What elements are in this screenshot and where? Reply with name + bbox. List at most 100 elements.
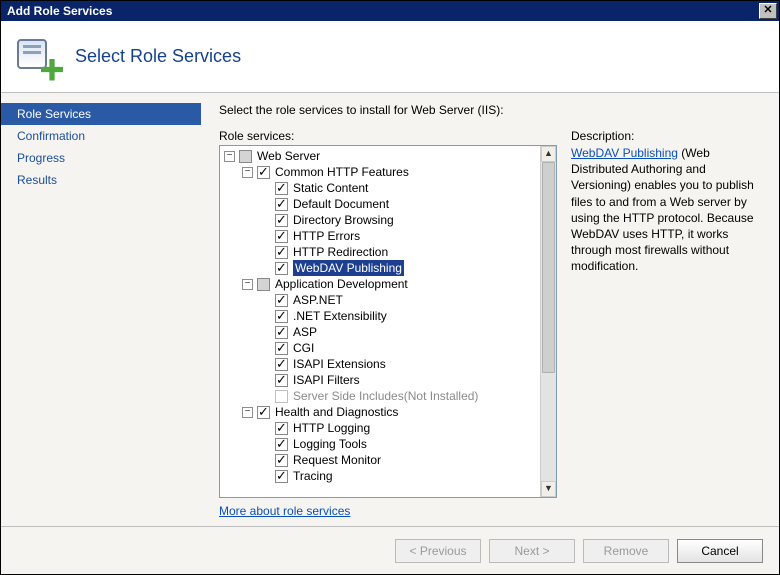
tree-checkbox[interactable] [275, 310, 288, 323]
tree-node-label[interactable]: Web Server [257, 148, 320, 164]
tree-node[interactable]: ASP [220, 324, 540, 340]
tree-checkbox[interactable] [275, 230, 288, 243]
page-title: Select Role Services [75, 46, 241, 67]
role-services-icon [17, 35, 61, 79]
tree-checkbox[interactable] [275, 358, 288, 371]
next-button[interactable]: Next > [489, 539, 575, 563]
tree-spacer [260, 391, 271, 402]
tree-node-label[interactable]: Directory Browsing [293, 212, 394, 228]
tree-spacer [260, 183, 271, 194]
tree-node-label[interactable]: Tracing [293, 468, 333, 484]
tree-checkbox[interactable] [275, 246, 288, 259]
tree-node[interactable]: Static Content [220, 180, 540, 196]
close-button[interactable]: ✕ [759, 3, 777, 19]
tree-checkbox[interactable] [275, 374, 288, 387]
tree-checkbox[interactable] [257, 406, 270, 419]
tree-checkbox[interactable] [275, 182, 288, 195]
tree-spacer [260, 439, 271, 450]
tree-spacer [260, 375, 271, 386]
description-link[interactable]: WebDAV Publishing [571, 146, 678, 160]
tree-node[interactable]: HTTP Redirection [220, 244, 540, 260]
tree-node-label[interactable]: .NET Extensibility [293, 308, 387, 324]
tree-node-label[interactable]: CGI [293, 340, 314, 356]
tree-node-label[interactable]: ISAPI Extensions [293, 356, 386, 372]
tree-node[interactable]: CGI [220, 340, 540, 356]
tree-node[interactable]: Tracing [220, 468, 540, 484]
tree-checkbox[interactable] [275, 214, 288, 227]
tree-checkbox[interactable] [275, 342, 288, 355]
tree-checkbox[interactable] [257, 278, 270, 291]
tree-node[interactable]: ISAPI Filters [220, 372, 540, 388]
collapse-icon[interactable]: − [224, 151, 235, 162]
tree-node[interactable]: Server Side Includes (Not Installed) [220, 388, 540, 404]
tree-node-label[interactable]: Request Monitor [293, 452, 381, 468]
tree-node[interactable]: − Health and Diagnostics [220, 404, 540, 420]
tree-node-label[interactable]: HTTP Redirection [293, 244, 388, 260]
scroll-up-button[interactable]: ▲ [541, 146, 556, 162]
tree-node-label[interactable]: Static Content [293, 180, 368, 196]
tree-node-label[interactable]: ASP.NET [293, 292, 343, 308]
tree-checkbox[interactable] [275, 454, 288, 467]
tree-node-label[interactable]: HTTP Logging [293, 420, 370, 436]
sidebar-step-confirmation[interactable]: Confirmation [1, 125, 201, 147]
tree-checkbox[interactable] [239, 150, 252, 163]
wizard-body: Role ServicesConfirmationProgressResults… [1, 93, 779, 526]
tree-node[interactable]: Request Monitor [220, 452, 540, 468]
role-services-label: Role services: [219, 129, 557, 143]
tree-node[interactable]: HTTP Logging [220, 420, 540, 436]
role-services-column: Role services: −Web Server−Common HTTP F… [219, 129, 557, 518]
tree-checkbox[interactable] [275, 438, 288, 451]
sidebar-step-progress[interactable]: Progress [1, 147, 201, 169]
role-services-tree[interactable]: −Web Server−Common HTTP FeaturesStatic C… [219, 145, 557, 498]
sidebar-step-results[interactable]: Results [1, 169, 201, 191]
collapse-icon[interactable]: − [242, 407, 253, 418]
tree-node[interactable]: WebDAV Publishing [220, 260, 540, 276]
tree-checkbox[interactable] [275, 294, 288, 307]
tree-node[interactable]: − Common HTTP Features [220, 164, 540, 180]
tree-node[interactable]: HTTP Errors [220, 228, 540, 244]
tree-node-label[interactable]: Application Development [275, 276, 408, 292]
tree-node-label[interactable]: Default Document [293, 196, 389, 212]
cancel-button[interactable]: Cancel [677, 539, 763, 563]
description-column: Description: WebDAV Publishing (Web Dist… [571, 129, 761, 518]
collapse-icon[interactable]: − [242, 279, 253, 290]
tree-node[interactable]: ASP.NET [220, 292, 540, 308]
tree-spacer [260, 199, 271, 210]
tree-node[interactable]: Directory Browsing [220, 212, 540, 228]
tree-node-label[interactable]: ISAPI Filters [293, 372, 360, 388]
wizard-header: Select Role Services [1, 21, 779, 93]
tree-spacer [260, 295, 271, 306]
tree-spacer [260, 311, 271, 322]
columns: Role services: −Web Server−Common HTTP F… [219, 129, 761, 518]
tree-node-label[interactable]: HTTP Errors [293, 228, 360, 244]
tree-node-label[interactable]: Common HTTP Features [275, 164, 409, 180]
tree-node[interactable]: Default Document [220, 196, 540, 212]
tree-node[interactable]: − Web Server [220, 148, 540, 164]
tree-node[interactable]: Logging Tools [220, 436, 540, 452]
scroll-thumb[interactable] [542, 162, 555, 373]
tree-node-suffix: (Not Installed) [404, 388, 479, 404]
tree-node[interactable]: .NET Extensibility [220, 308, 540, 324]
tree-node-label[interactable]: Server Side Includes [293, 388, 404, 404]
tree-node-label[interactable]: ASP [293, 324, 317, 340]
tree-node-label[interactable]: Logging Tools [293, 436, 367, 452]
remove-button[interactable]: Remove [583, 539, 669, 563]
scroll-down-button[interactable]: ▼ [541, 481, 556, 497]
tree-node-label[interactable]: Health and Diagnostics [275, 404, 398, 420]
tree-checkbox[interactable] [275, 198, 288, 211]
tree-spacer [260, 327, 271, 338]
previous-button[interactable]: < Previous [395, 539, 481, 563]
tree-checkbox[interactable] [275, 326, 288, 339]
tree-checkbox[interactable] [257, 166, 270, 179]
tree-node[interactable]: − Application Development [220, 276, 540, 292]
tree-checkbox[interactable] [275, 262, 288, 275]
sidebar-step-role-services[interactable]: Role Services [1, 103, 201, 125]
tree-spacer [260, 455, 271, 466]
tree-node[interactable]: ISAPI Extensions [220, 356, 540, 372]
tree-node-label[interactable]: WebDAV Publishing [293, 260, 404, 276]
tree-checkbox[interactable] [275, 422, 288, 435]
tree-scrollbar[interactable]: ▲ ▼ [540, 146, 556, 497]
collapse-icon[interactable]: − [242, 167, 253, 178]
more-about-role-services-link[interactable]: More about role services [219, 504, 557, 518]
tree-checkbox[interactable] [275, 470, 288, 483]
